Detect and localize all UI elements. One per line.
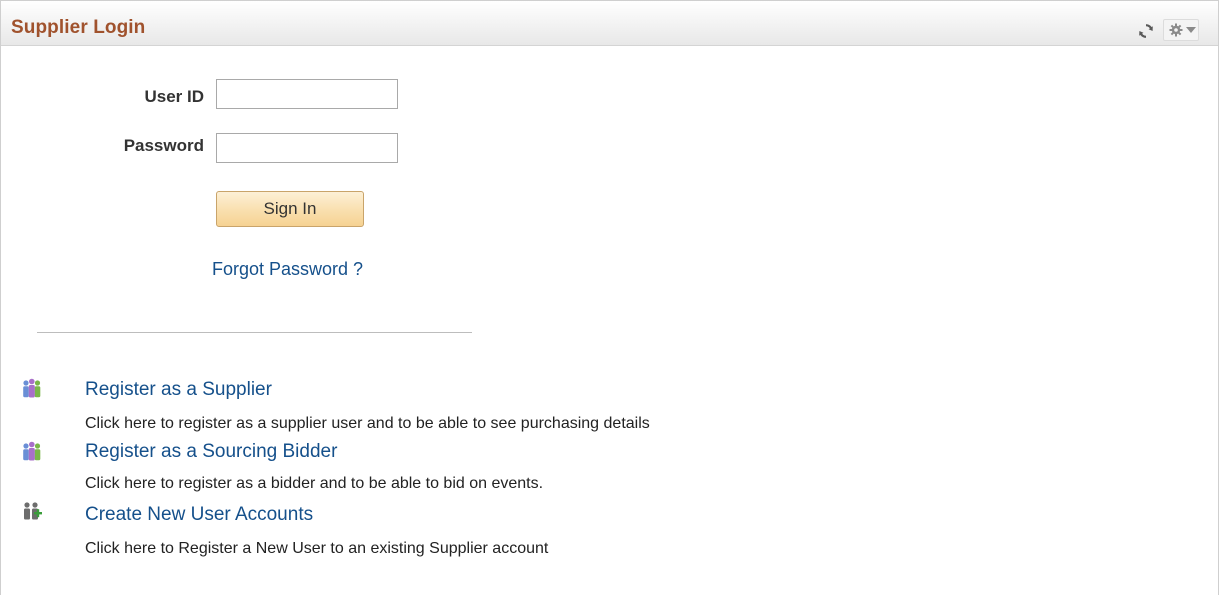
user-id-field[interactable] bbox=[216, 79, 398, 109]
register-supplier-link[interactable]: Register as a Supplier bbox=[85, 379, 272, 401]
sign-in-button[interactable]: Sign In bbox=[216, 191, 364, 227]
divider bbox=[37, 332, 472, 333]
user-id-label: User ID bbox=[144, 87, 204, 106]
options-menu-button[interactable] bbox=[1163, 19, 1199, 41]
supplier-login-panel: Supplier Login User ID Password Sign In … bbox=[0, 0, 1219, 595]
password-field[interactable] bbox=[216, 133, 398, 163]
users-group-icon bbox=[23, 441, 41, 461]
create-new-user-accounts-description: Click here to Register a New User to an … bbox=[85, 540, 549, 557]
password-label: Password bbox=[123, 136, 204, 155]
register-sourcing-bidder-link[interactable]: Register as a Sourcing Bidder bbox=[85, 441, 337, 463]
register-sourcing-bidder-description: Click here to register as a bidder and t… bbox=[85, 475, 544, 492]
add-users-icon bbox=[24, 502, 42, 520]
forgot-password-link[interactable]: Forgot Password ? bbox=[212, 259, 363, 280]
refresh-icon[interactable] bbox=[1138, 23, 1154, 39]
gear-icon bbox=[1169, 23, 1183, 37]
chevron-down-icon bbox=[1186, 27, 1196, 33]
panel-header: Supplier Login bbox=[1, 1, 1218, 46]
users-group-icon bbox=[23, 378, 41, 398]
create-new-user-accounts-link[interactable]: Create New User Accounts bbox=[85, 504, 313, 526]
page-title: Supplier Login bbox=[11, 17, 146, 38]
register-supplier-description: Click here to register as a supplier use… bbox=[85, 415, 650, 432]
